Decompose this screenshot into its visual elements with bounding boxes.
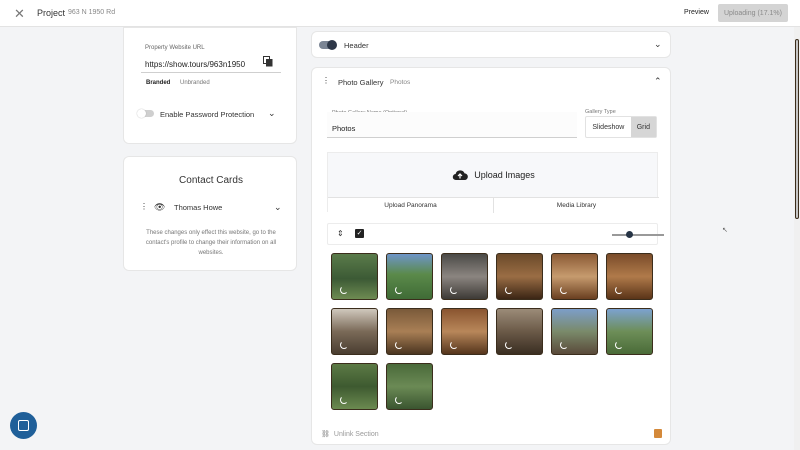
loading-spinner-icon (615, 286, 623, 294)
loading-spinner-icon (340, 396, 348, 404)
photo-thumbnail[interactable] (386, 363, 433, 410)
url-value: https://show.tours/963n1950 (145, 60, 246, 69)
upload-images-label: Upload Images (474, 170, 535, 180)
top-bar: ✕ Project 963 N 1950 Rd Preview Uploadin… (0, 0, 800, 27)
password-toggle[interactable] (137, 109, 154, 118)
upload-options: Upload Panorama Media Library (328, 197, 659, 213)
trash-icon[interactable] (654, 429, 662, 438)
gallery-name-input[interactable]: Photos (327, 112, 577, 138)
password-protection-row[interactable]: Enable Password Protection ⌄ (137, 107, 278, 121)
gallery-type-toggle[interactable]: Slideshow Grid (585, 116, 657, 138)
photo-grid (331, 253, 657, 411)
drag-handle-icon[interactable]: ⋮ (140, 202, 148, 211)
slider-handle[interactable] (626, 231, 633, 238)
upload-images-button[interactable]: Upload Images (328, 153, 659, 197)
gallery-title: Photo Gallery (338, 78, 384, 87)
chat-launcher-button[interactable] (10, 412, 37, 439)
preview-button[interactable]: Preview (684, 9, 709, 16)
gallery-toolbar: ⇕ ✓ (327, 223, 664, 245)
header-section[interactable]: Header ⌄ (311, 31, 671, 58)
select-all-checkbox[interactable]: ✓ (355, 229, 364, 238)
photo-thumbnail[interactable] (496, 253, 543, 300)
photo-thumbnail[interactable] (331, 253, 378, 300)
photo-thumbnail[interactable] (331, 308, 378, 355)
chevron-down-icon[interactable]: ⌄ (268, 108, 276, 119)
url-field[interactable]: https://show.tours/963n1950 (141, 51, 281, 73)
mouse-cursor-icon: ↖ (722, 227, 728, 234)
contact-cards-card: Contact Cards ⋮ 👁 Thomas Howe ⌄ These ch… (123, 156, 297, 271)
gallery-name-value: Photos (332, 124, 356, 133)
loading-spinner-icon (560, 286, 568, 294)
photo-thumbnail[interactable] (331, 363, 378, 410)
project-label: Project (37, 8, 66, 18)
unbranded-tab[interactable]: Unbranded (180, 80, 210, 86)
password-label: Enable Password Protection (160, 110, 255, 119)
chevron-up-icon[interactable]: ⌃ (654, 76, 662, 87)
cloud-upload-icon (453, 170, 469, 181)
project-address: 963 N 1950 Rd (68, 9, 116, 16)
loading-spinner-icon (395, 341, 403, 349)
loading-spinner-icon (615, 341, 623, 349)
website-settings-card: Property Website URL https://show.tours/… (123, 27, 297, 144)
eye-icon[interactable]: 👁 (154, 202, 165, 213)
loading-spinner-icon (450, 286, 458, 294)
chat-icon (18, 420, 29, 431)
gallery-subtitle: Photos (390, 79, 411, 86)
unlink-icon: ⛓ (321, 431, 330, 438)
photo-thumbnail[interactable] (386, 308, 433, 355)
slideshow-option[interactable]: Slideshow (586, 117, 631, 137)
loading-spinner-icon (560, 341, 568, 349)
grid-option[interactable]: Grid (630, 117, 656, 137)
loading-spinner-icon (395, 396, 403, 404)
loading-spinner-icon (340, 341, 348, 349)
upload-area: Upload Images Upload Panorama Media Libr… (327, 152, 659, 213)
copy-icon[interactable] (263, 56, 273, 67)
upload-panorama-button[interactable]: Upload Panorama (328, 198, 494, 213)
contact-cards-title: Contact Cards (179, 175, 243, 186)
photo-thumbnail[interactable] (551, 253, 598, 300)
drag-handle-icon[interactable]: ⋮ (322, 76, 330, 85)
photo-thumbnail[interactable] (551, 308, 598, 355)
chevron-down-icon[interactable]: ⌄ (654, 39, 662, 50)
contact-name: Thomas Howe (174, 203, 223, 212)
contact-row[interactable]: ⋮ 👁 Thomas Howe ⌄ (138, 202, 286, 214)
uploading-status-button: Uploading (17.1%) (718, 4, 788, 22)
photo-gallery-section: ⋮ Photo Gallery Photos ⌃ Photo Gallery N… (311, 67, 671, 445)
thumbnail-size-slider[interactable] (612, 234, 664, 236)
unlink-label: Unlink Section (333, 431, 379, 438)
photo-thumbnail[interactable] (386, 253, 433, 300)
gallery-type-label: Gallery Type (585, 109, 616, 115)
close-icon[interactable]: ✕ (14, 6, 25, 22)
photo-thumbnail[interactable] (441, 253, 488, 300)
header-label: Header (344, 41, 369, 50)
photo-thumbnail[interactable] (606, 253, 653, 300)
chevron-down-icon[interactable]: ⌄ (274, 202, 282, 213)
branded-tab[interactable]: Branded (146, 80, 170, 86)
sort-icon[interactable]: ⇕ (337, 229, 344, 238)
photo-thumbnail[interactable] (441, 308, 488, 355)
scrollbar-thumb[interactable] (795, 39, 799, 219)
header-toggle[interactable] (319, 40, 337, 50)
contact-note: These changes only effect this website, … (145, 230, 277, 256)
loading-spinner-icon (505, 341, 513, 349)
media-library-button[interactable]: Media Library (494, 198, 659, 213)
loading-spinner-icon (340, 286, 348, 294)
loading-spinner-icon (395, 286, 403, 294)
loading-spinner-icon (450, 341, 458, 349)
page-scrollbar[interactable] (794, 27, 800, 450)
photo-thumbnail[interactable] (496, 308, 543, 355)
loading-spinner-icon (505, 286, 513, 294)
photo-thumbnail[interactable] (606, 308, 653, 355)
unlink-section-button[interactable]: ⛓ Unlink Section (321, 430, 379, 438)
